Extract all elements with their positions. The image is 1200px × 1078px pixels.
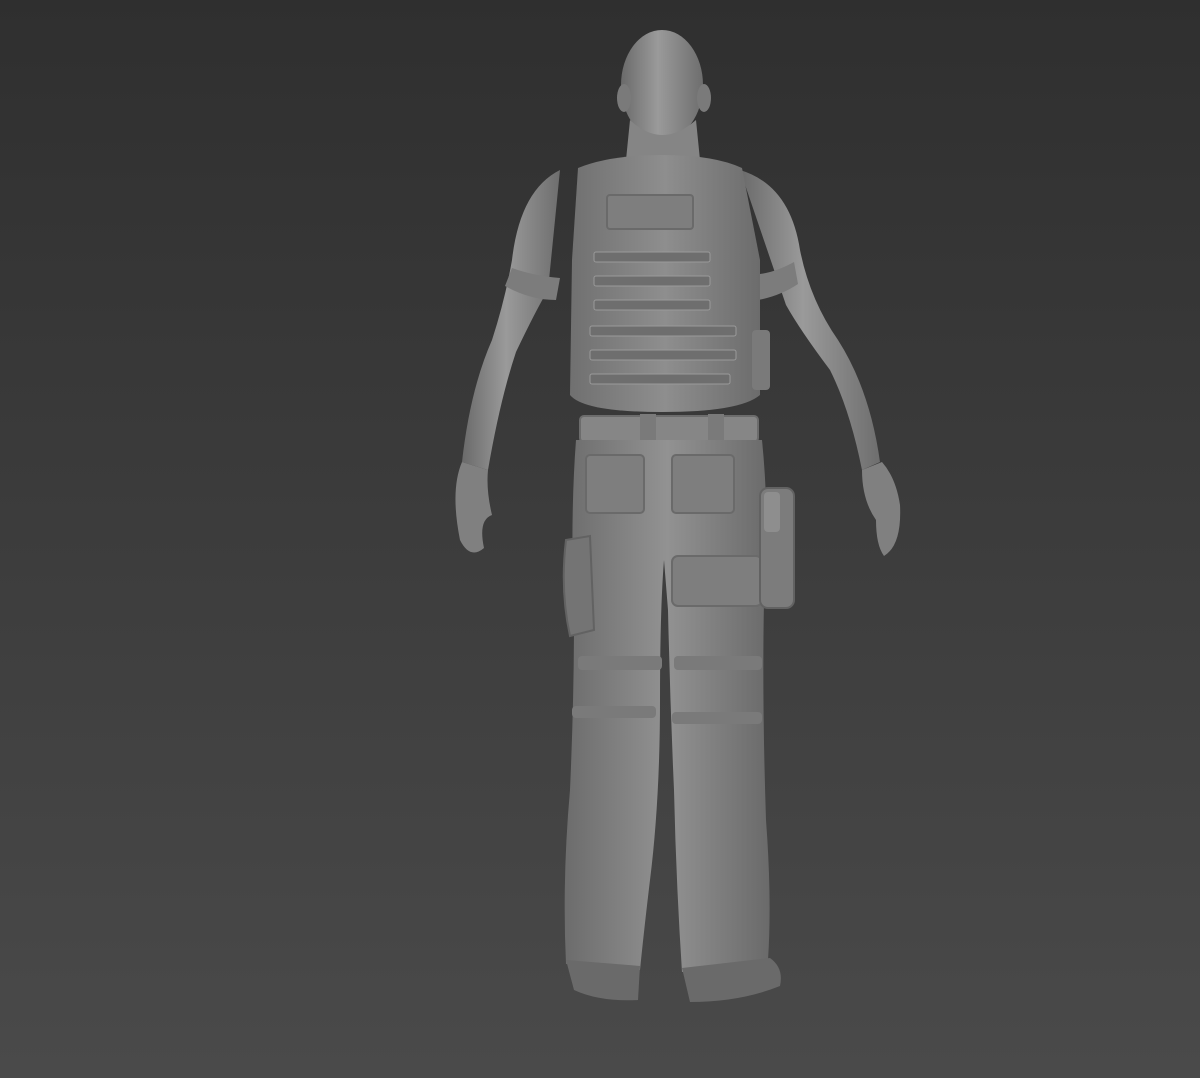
head	[617, 30, 711, 160]
pants	[562, 440, 770, 972]
sculpt-canvas[interactable]	[0, 0, 1200, 1078]
boots	[566, 958, 781, 1002]
character-model[interactable]	[455, 30, 901, 1002]
tactical-vest	[570, 155, 770, 412]
left-arm	[455, 170, 560, 553]
3d-viewport[interactable]	[0, 0, 1200, 1078]
holster	[759, 487, 795, 609]
belt	[579, 414, 759, 444]
